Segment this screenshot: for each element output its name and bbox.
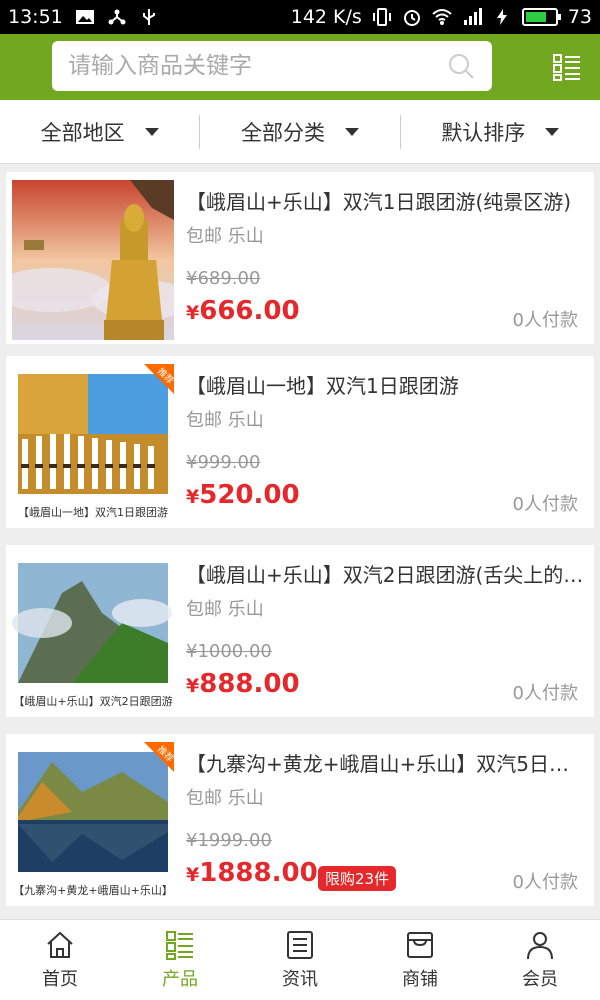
image-caption: 【峨眉山一地】双汽1日跟团游 xyxy=(12,504,174,520)
nav-shop[interactable]: 商铺 xyxy=(360,920,480,1000)
current-price: ¥520.00 xyxy=(186,480,300,510)
wifi-icon xyxy=(432,9,452,25)
status-bar: 13:51 142 K/s 73 xyxy=(0,0,600,34)
product-title[interactable]: 【峨眉山+乐山】双汽2日跟团游(舌尖上的乐山) xyxy=(186,559,586,588)
product-item[interactable]: 【九寨沟+黄龙+峨眉山+乐山】 推荐 【九寨沟+黄龙+峨眉山+乐山】双汽5日跟团… xyxy=(6,734,594,906)
product-title[interactable]: 【峨眉山+乐山】双汽1日跟团游(纯景区游) xyxy=(186,186,586,215)
usb-icon xyxy=(142,9,155,25)
search-icon[interactable] xyxy=(446,51,476,81)
current-price: ¥666.00 xyxy=(186,296,300,326)
product-shipping: 包邮 乐山 xyxy=(186,599,264,620)
recommended-badge: 推荐 xyxy=(144,364,174,394)
purchase-limit-badge: 限购23件 xyxy=(318,866,397,891)
nav-label: 会员 xyxy=(522,969,558,990)
search-input[interactable] xyxy=(68,53,446,79)
product-item[interactable]: 【峨眉山+乐山】双汽2日跟团游 【峨眉山+乐山】双汽2日跟团游(舌尖上的乐山) … xyxy=(6,545,594,717)
charging-icon xyxy=(496,9,507,25)
product-title[interactable]: 【峨眉山一地】双汽1日跟团游 xyxy=(186,370,586,399)
current-price: ¥1888.00 xyxy=(186,858,318,888)
product-image-buddha[interactable] xyxy=(12,180,174,340)
product-shipping: 包邮 乐山 xyxy=(186,788,264,809)
product-image-mountain[interactable]: 【峨眉山+乐山】双汽2日跟团游 xyxy=(12,553,174,713)
paid-count: 0人付款 xyxy=(512,872,578,893)
shop-icon xyxy=(407,932,433,958)
filter-label: 全部分类 xyxy=(240,120,325,145)
alarm-icon xyxy=(403,10,420,26)
product-title[interactable]: 【九寨沟+黄龙+峨眉山+乐山】双汽5日跟团游 xyxy=(186,748,586,777)
products-icon xyxy=(166,931,193,960)
battery-percent: 73 xyxy=(567,6,592,28)
nav-home[interactable]: 首页 xyxy=(0,920,120,1000)
image-icon xyxy=(75,10,94,24)
member-icon xyxy=(527,932,553,960)
product-image-golden-summit[interactable]: 【峨眉山一地】双汽1日跟团游 推荐 xyxy=(12,364,174,524)
image-caption: 【峨眉山+乐山】双汽2日跟团游 xyxy=(12,693,174,709)
category-list-icon[interactable] xyxy=(552,52,582,82)
nav-label: 产品 xyxy=(162,969,198,990)
paid-count: 0人付款 xyxy=(512,494,578,515)
vibrate-icon xyxy=(372,8,391,26)
paid-count: 0人付款 xyxy=(512,683,578,704)
battery-icon xyxy=(521,8,561,26)
filter-label: 全部地区 xyxy=(40,120,125,145)
filter-sort[interactable]: 默认排序 xyxy=(399,114,600,149)
original-price: ¥1000.00 xyxy=(186,641,272,662)
signal-4g-icon xyxy=(463,8,482,25)
bottom-nav: 首页 产品 资讯 商铺 会员 xyxy=(0,919,600,1000)
network-speed: 142 K/s xyxy=(290,6,362,28)
nav-news[interactable]: 资讯 xyxy=(240,920,360,1000)
nav-member[interactable]: 会员 xyxy=(480,920,600,1000)
nav-label: 首页 xyxy=(42,969,78,990)
home-icon xyxy=(47,931,73,958)
filter-category[interactable]: 全部分类 xyxy=(199,114,399,149)
product-shipping: 包邮 乐山 xyxy=(186,226,264,247)
filter-label: 默认排序 xyxy=(441,120,526,145)
dropdown-arrow-icon xyxy=(545,127,560,136)
original-price: ¥999.00 xyxy=(186,452,261,473)
header xyxy=(0,34,600,100)
product-item[interactable]: 【峨眉山一地】双汽1日跟团游 推荐 【峨眉山一地】双汽1日跟团游 包邮 乐山 ¥… xyxy=(6,356,594,528)
product-image-lake[interactable]: 【九寨沟+黄龙+峨眉山+乐山】 推荐 xyxy=(12,742,174,902)
nav-products[interactable]: 产品 xyxy=(120,920,240,1000)
news-icon xyxy=(287,931,313,959)
original-price: ¥1999.00 xyxy=(186,830,272,851)
filter-region[interactable]: 全部地区 xyxy=(0,115,199,149)
dropdown-arrow-icon xyxy=(344,127,359,136)
search-box[interactable] xyxy=(52,41,492,91)
dropdown-arrow-icon xyxy=(144,127,159,136)
status-time: 13:51 xyxy=(8,6,63,28)
nav-label: 资讯 xyxy=(282,969,318,990)
share-icon xyxy=(108,9,126,25)
image-caption: 【九寨沟+黄龙+峨眉山+乐山】 xyxy=(12,882,174,898)
product-item[interactable]: 【峨眉山+乐山】双汽1日跟团游(纯景区游) 包邮 乐山 ¥689.00 ¥666… xyxy=(6,172,594,344)
product-shipping: 包邮 乐山 xyxy=(186,410,264,431)
filter-bar: 全部地区 全部分类 默认排序 xyxy=(0,100,600,164)
paid-count: 0人付款 xyxy=(512,310,578,331)
recommended-badge: 推荐 xyxy=(144,742,174,772)
current-price: ¥888.00 xyxy=(186,669,300,699)
original-price: ¥689.00 xyxy=(186,268,261,289)
nav-label: 商铺 xyxy=(402,969,438,990)
